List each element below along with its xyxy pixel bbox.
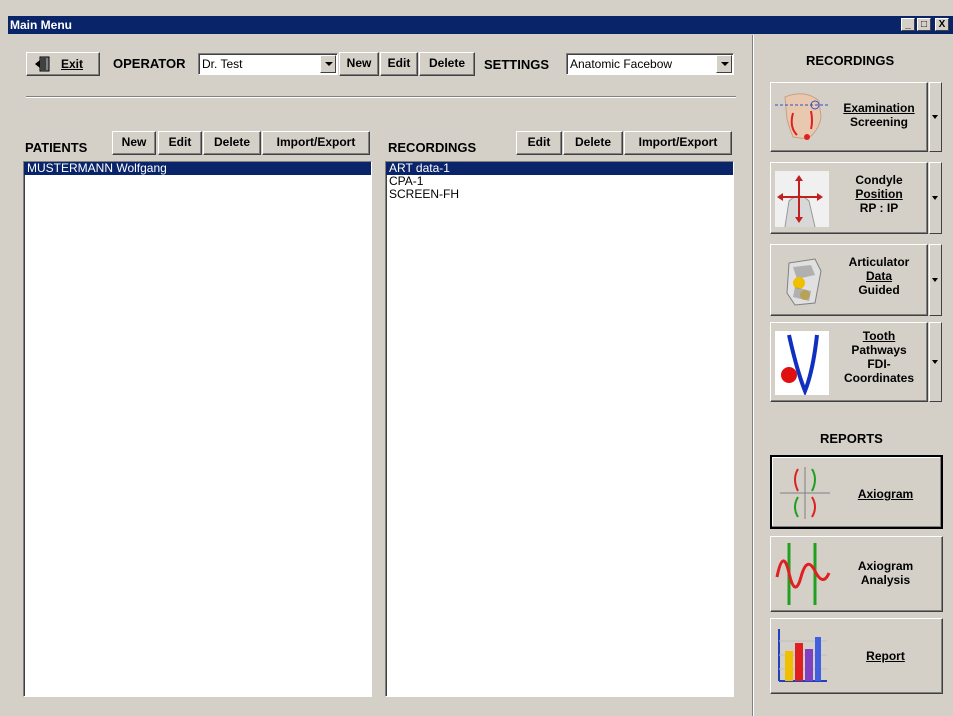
patient-import-export-button[interactable]: Import/Export bbox=[262, 131, 370, 155]
button-line: FDI- bbox=[867, 357, 891, 371]
settings-select[interactable]: Anatomic Facebow bbox=[566, 53, 734, 75]
settings-label: SETTINGS bbox=[484, 57, 550, 72]
toolbar-divider bbox=[26, 96, 736, 98]
articulator-data-button[interactable]: Articulator Data Guided bbox=[770, 244, 928, 316]
recording-import-export-button[interactable]: Import/Export bbox=[624, 131, 732, 155]
articulator-icon bbox=[775, 253, 829, 314]
maximize-button[interactable]: □ bbox=[917, 18, 931, 31]
reports-heading: REPORTS bbox=[820, 431, 883, 446]
list-item[interactable]: SCREEN-FH bbox=[386, 188, 733, 201]
operator-delete-button[interactable]: Delete bbox=[419, 52, 475, 76]
main-window: Main Menu _ □ X Exit OPERATOR Dr. Test N… bbox=[0, 0, 953, 716]
exit-door-icon bbox=[35, 56, 51, 78]
tooth-pathways-button[interactable]: Tooth Pathways FDI- Coordinates bbox=[770, 322, 928, 402]
recordings-list[interactable]: ART data-1 CPA-1 SCREEN-FH bbox=[385, 161, 734, 697]
axiogram-analysis-icon bbox=[775, 543, 831, 610]
button-line: RP : IP bbox=[859, 201, 899, 215]
report-chart-icon bbox=[775, 627, 829, 690]
operator-new-button[interactable]: New bbox=[339, 52, 379, 76]
button-line: Axiogram bbox=[857, 487, 914, 501]
minimize-button[interactable]: _ bbox=[901, 18, 915, 31]
button-line: Axiogram bbox=[857, 559, 914, 573]
axiogram-button[interactable]: Axiogram bbox=[770, 455, 943, 529]
button-line: Tooth bbox=[862, 329, 896, 343]
button-line: Coordinates bbox=[843, 371, 914, 385]
close-button[interactable]: X bbox=[935, 18, 949, 31]
operator-value: Dr. Test bbox=[202, 57, 243, 71]
button-line: Screening bbox=[849, 115, 909, 129]
button-line: Guided bbox=[858, 283, 900, 297]
exit-label: Exit bbox=[61, 57, 84, 71]
title-bar: Main Menu _ □ X bbox=[8, 16, 953, 34]
list-item[interactable]: MUSTERMANN Wolfgang bbox=[24, 162, 371, 175]
condyle-position-icon bbox=[775, 171, 829, 232]
button-line: Position bbox=[855, 187, 903, 201]
button-line: Pathways bbox=[851, 343, 907, 357]
button-line: Condyle bbox=[855, 173, 903, 187]
recording-edit-button[interactable]: Edit bbox=[516, 131, 562, 155]
tooth-pathways-icon bbox=[775, 331, 829, 400]
operator-label: OPERATOR bbox=[113, 56, 186, 71]
tooth-pathways-dropdown-button[interactable] bbox=[929, 322, 942, 402]
recording-delete-button[interactable]: Delete bbox=[563, 131, 623, 155]
exit-button[interactable]: Exit bbox=[26, 52, 100, 76]
axiogram-analysis-button[interactable]: Axiogram Analysis bbox=[770, 536, 943, 612]
examination-dropdown-button[interactable] bbox=[929, 82, 942, 152]
button-line: Analysis bbox=[860, 573, 911, 587]
patient-new-button[interactable]: New bbox=[112, 131, 156, 155]
patients-list[interactable]: MUSTERMANN Wolfgang bbox=[23, 161, 372, 697]
patient-edit-button[interactable]: Edit bbox=[158, 131, 202, 155]
operator-edit-button[interactable]: Edit bbox=[380, 52, 418, 76]
button-line: Data bbox=[865, 269, 892, 283]
window-title: Main Menu bbox=[10, 18, 72, 32]
condyle-position-button[interactable]: Condyle Position RP : IP bbox=[770, 162, 928, 234]
axiogram-icon bbox=[778, 465, 832, 526]
examination-screening-button[interactable]: Examination Screening bbox=[770, 82, 928, 152]
button-line: Report bbox=[866, 649, 905, 663]
button-line: Examination bbox=[843, 101, 915, 115]
recordings-label: RECORDINGS bbox=[388, 140, 477, 155]
patient-delete-button[interactable]: Delete bbox=[203, 131, 261, 155]
chevron-down-icon[interactable] bbox=[716, 55, 732, 73]
recordings-heading: RECORDINGS bbox=[806, 53, 895, 68]
condyle-dropdown-button[interactable] bbox=[929, 162, 942, 234]
report-button[interactable]: Report bbox=[770, 618, 943, 694]
settings-value: Anatomic Facebow bbox=[570, 57, 673, 71]
articulator-dropdown-button[interactable] bbox=[929, 244, 942, 316]
patients-label: PATIENTS bbox=[25, 140, 88, 155]
button-line: Articulator bbox=[848, 255, 910, 269]
operator-select[interactable]: Dr. Test bbox=[198, 53, 338, 75]
face-screening-icon bbox=[775, 91, 829, 148]
chevron-down-icon[interactable] bbox=[320, 55, 336, 73]
list-item[interactable]: ART data-1 bbox=[386, 162, 733, 175]
